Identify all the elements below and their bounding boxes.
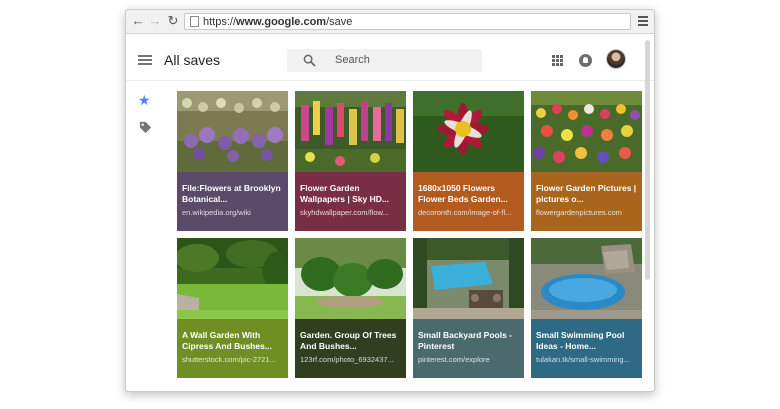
avatar[interactable] bbox=[606, 49, 626, 69]
tag-icon[interactable] bbox=[139, 121, 152, 134]
scrollbar[interactable] bbox=[645, 40, 650, 280]
star-icon[interactable]: ★ bbox=[138, 93, 151, 107]
card-title: 1680x1050 Flowers Flower Beds Garden... bbox=[418, 183, 508, 204]
card-source: tulakan.tk/small-swimming... bbox=[536, 355, 630, 364]
card-source: flowergardenpictures.com bbox=[536, 208, 622, 217]
bell-icon[interactable] bbox=[579, 54, 592, 67]
saved-card[interactable]: Flower Garden Wallpapers | Sky HD... sky… bbox=[295, 91, 406, 231]
card-info: Small Backyard Pools - Pinterest pintere… bbox=[413, 319, 524, 378]
card-source: shutterstock.com/pic-2721... bbox=[182, 355, 276, 364]
card-thumbnail bbox=[531, 91, 642, 172]
saved-card[interactable]: Garden. Group Of Trees And Bushes... 123… bbox=[295, 238, 406, 378]
card-thumbnail bbox=[295, 238, 406, 319]
search-icon bbox=[303, 54, 316, 67]
card-title: Flower Garden Wallpapers | Sky HD... bbox=[300, 183, 389, 204]
card-thumbnail bbox=[295, 91, 406, 172]
card-source: 123rf.com/photo_6932437... bbox=[300, 355, 394, 364]
card-thumbnail bbox=[531, 238, 642, 319]
card-thumbnail bbox=[413, 91, 524, 172]
card-info: Garden. Group Of Trees And Bushes... 123… bbox=[295, 319, 406, 378]
card-title: Garden. Group Of Trees And Bushes... bbox=[300, 330, 397, 351]
url-path: /save bbox=[326, 16, 353, 28]
card-title: Flower Garden Pictures | pictures o... bbox=[536, 183, 637, 204]
forward-button[interactable]: → bbox=[147, 13, 163, 29]
search-input[interactable]: Search bbox=[287, 49, 482, 72]
saves-grid: File:Flowers at Brooklyn Botanical... en… bbox=[177, 91, 642, 381]
page-title: All saves bbox=[164, 52, 221, 68]
card-thumbnail bbox=[413, 238, 524, 319]
card-info: Flower Garden Pictures | pictures o... f… bbox=[531, 172, 642, 231]
hamburger-menu-icon[interactable] bbox=[138, 55, 152, 65]
browser-menu-icon[interactable] bbox=[638, 16, 648, 26]
card-thumbnail bbox=[177, 91, 288, 172]
saved-card[interactable]: Flower Garden Pictures | pictures o... f… bbox=[531, 91, 642, 231]
saved-card[interactable]: Small Swimming Pool Ideas - Home... tula… bbox=[531, 238, 642, 378]
card-title: Small Backyard Pools - Pinterest bbox=[418, 330, 513, 351]
apps-grid-icon[interactable] bbox=[552, 55, 563, 66]
arrow-right-icon: → bbox=[148, 13, 162, 28]
card-info: Flower Garden Wallpapers | Sky HD... sky… bbox=[295, 172, 406, 231]
card-info: A Wall Garden With Cipress And Bushes...… bbox=[177, 319, 288, 378]
url-host: www.google.com bbox=[236, 16, 327, 28]
browser-window: ← → ↻ https://www.google.com/save All sa… bbox=[125, 9, 655, 392]
address-bar[interactable]: https://www.google.com/save bbox=[184, 13, 631, 30]
arrow-left-icon: ← bbox=[131, 13, 145, 28]
url-prefix: https:// bbox=[203, 16, 237, 28]
saved-card[interactable]: File:Flowers at Brooklyn Botanical... en… bbox=[177, 91, 288, 231]
saved-card[interactable]: Small Backyard Pools - Pinterest pintere… bbox=[413, 238, 524, 378]
card-info: 1680x1050 Flowers Flower Beds Garden... … bbox=[413, 172, 524, 231]
browser-toolbar: ← → ↻ https://www.google.com/save bbox=[126, 10, 654, 34]
back-button[interactable]: ← bbox=[130, 13, 146, 29]
reload-button[interactable]: ↻ bbox=[165, 13, 181, 29]
saved-card[interactable]: A Wall Garden With Cipress And Bushes...… bbox=[177, 238, 288, 378]
card-title: File:Flowers at Brooklyn Botanical... bbox=[182, 183, 281, 204]
url-text: https://www.google.com/save bbox=[203, 15, 352, 29]
saved-card[interactable]: 1680x1050 Flowers Flower Beds Garden... … bbox=[413, 91, 524, 231]
card-source: en.wikipedia.org/wiki bbox=[182, 208, 251, 217]
reload-icon: ↻ bbox=[167, 13, 179, 28]
card-title: Small Swimming Pool Ideas - Home... bbox=[536, 330, 625, 351]
search-placeholder: Search bbox=[335, 54, 370, 66]
card-source: pinterest.com/explore bbox=[418, 355, 490, 364]
card-info: File:Flowers at Brooklyn Botanical... en… bbox=[177, 172, 288, 231]
card-source: decoronth.com/image-of-fl... bbox=[418, 208, 512, 217]
app-header: All saves Search bbox=[126, 35, 654, 81]
card-title: A Wall Garden With Cipress And Bushes... bbox=[182, 330, 272, 351]
card-source: skyhdwallpaper.com/flow... bbox=[300, 208, 389, 217]
card-info: Small Swimming Pool Ideas - Home... tula… bbox=[531, 319, 642, 378]
page-icon bbox=[190, 16, 199, 27]
card-thumbnail bbox=[177, 238, 288, 319]
